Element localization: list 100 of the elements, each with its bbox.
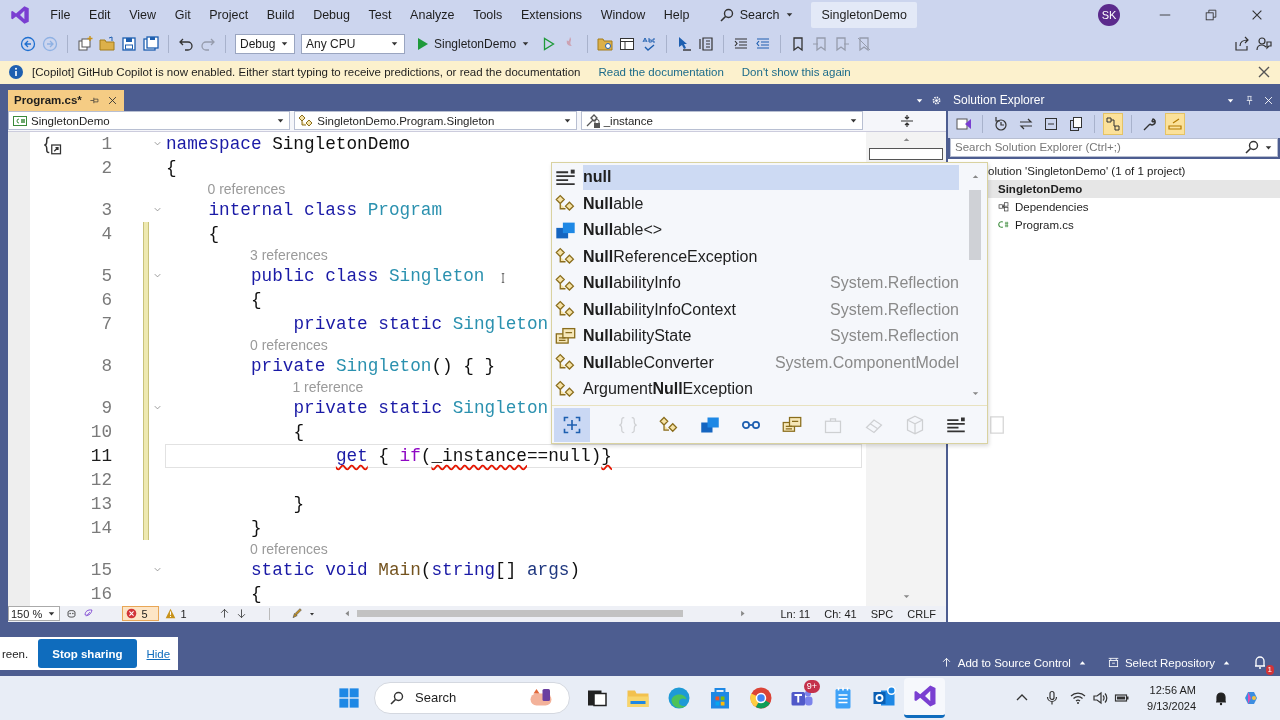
line-number: 4	[100, 223, 112, 246]
completion-item[interactable]: NullabilityInfoContext System.Reflection	[552, 296, 963, 323]
menu-item[interactable]: Debug	[303, 4, 360, 25]
next-icon[interactable]	[235, 608, 247, 620]
collapse-icon[interactable]	[1043, 116, 1059, 133]
menu-item[interactable]: Project	[199, 4, 258, 25]
cleanup-icon[interactable]	[291, 608, 303, 620]
folder-icon[interactable]	[597, 35, 614, 52]
warning-count-button[interactable]: 1	[165, 608, 187, 620]
line-number: 2	[100, 157, 112, 180]
volume-icon[interactable]	[1092, 690, 1109, 706]
menu-item[interactable]: Extensions	[511, 4, 592, 25]
wrench-icon[interactable]	[1142, 116, 1158, 133]
menu-item[interactable]: Help	[654, 4, 699, 25]
copilot-icon[interactable]	[1243, 690, 1259, 706]
window-icon[interactable]	[619, 35, 636, 52]
info-link[interactable]: Don't show this again	[741, 66, 851, 79]
completion-item[interactable]: NullReferenceException	[552, 243, 963, 270]
pointer-icon[interactable]	[676, 35, 693, 52]
status-button[interactable]: Select Repository	[1107, 657, 1232, 669]
taskbar-button[interactable]: 9+	[781, 678, 822, 718]
menu-item[interactable]: Build	[257, 4, 304, 25]
dropdown[interactable]: SingletonDemo.Program.Singleton	[294, 111, 577, 131]
app-logo-icon[interactable]	[10, 4, 30, 25]
scroll-thumb[interactable]	[969, 190, 981, 260]
menu-item[interactable]: View	[119, 4, 166, 25]
completion-item[interactable]: NullabilityInfo System.Reflection	[552, 270, 963, 297]
pin-icon[interactable]	[1244, 95, 1255, 106]
dropdown[interactable]: SingletonDemo	[8, 111, 291, 131]
field-icon	[584, 113, 601, 129]
status-text[interactable]: CRLF	[907, 608, 936, 620]
clock-date[interactable]: 9/13/2024	[1147, 698, 1196, 714]
tree-item[interactable]: olution 'SingletonDemo' (1 of 1 project)	[988, 165, 1186, 177]
search-field[interactable]: Search	[374, 682, 570, 714]
copy-icon[interactable]	[1068, 116, 1084, 133]
tree-item[interactable]: Program.cs	[1015, 219, 1074, 231]
toggle-button[interactable]	[1103, 113, 1123, 136]
quick-actions-icon[interactable]	[43, 135, 63, 155]
menu-item[interactable]: Window	[591, 4, 655, 25]
menu-item[interactable]: Analyze	[400, 4, 464, 25]
share-icon[interactable]	[1234, 35, 1250, 52]
status-button[interactable]: Add to Source Control	[940, 657, 1088, 669]
line-number: 7	[100, 313, 112, 336]
stop-sharing-button[interactable]: Stop sharing	[38, 639, 137, 668]
line-number: 3	[100, 199, 112, 222]
completion-item[interactable]: Nullable<>	[552, 217, 963, 244]
zoom-dropdown[interactable]: 150 %	[8, 606, 61, 622]
bell-icon[interactable]	[1213, 690, 1229, 706]
history-icon[interactable]	[993, 116, 1009, 133]
feedback-icon[interactable]	[1256, 35, 1272, 52]
user-avatar[interactable]: SK	[1098, 3, 1120, 26]
dropdown[interactable]: Any CPU	[301, 33, 405, 54]
search-field[interactable]: Search Solution Explorer (Ctrl+;)	[951, 139, 1241, 156]
menu-item[interactable]: File	[41, 4, 80, 25]
previous-icon[interactable]	[218, 608, 230, 620]
status-text[interactable]: Ch: 41	[824, 608, 857, 620]
completion-item[interactable]: NullabilityState System.Reflection	[552, 323, 963, 350]
new-item-icon[interactable]	[77, 35, 93, 52]
menu-item[interactable]: Git	[165, 4, 200, 25]
completion-item[interactable]: NullableConverter System.ComponentModel	[552, 349, 963, 376]
status-text[interactable]: SPC	[870, 608, 894, 620]
status-text[interactable]: Ln: 11	[780, 608, 811, 620]
tree-item[interactable]: Dependencies	[1015, 201, 1089, 213]
code-line: }	[250, 518, 262, 538]
tree-item[interactable]: SingletonDemo	[988, 180, 1280, 198]
completion-item[interactable]: ArgumentNullException	[552, 376, 963, 403]
wifi-icon[interactable]	[1070, 690, 1087, 706]
split-icon[interactable]	[898, 113, 915, 129]
code-line: {	[293, 422, 305, 442]
gear-icon[interactable]	[931, 95, 942, 106]
close-icon[interactable]	[106, 95, 118, 106]
pin-icon[interactable]	[88, 95, 100, 106]
save-icon[interactable]	[121, 35, 137, 52]
completion-item[interactable]: Nullable	[552, 190, 963, 217]
indent-icon[interactable]	[733, 35, 750, 52]
caret-icon[interactable]	[308, 610, 317, 618]
dropdown[interactable]: Debug	[235, 33, 295, 54]
toggle-button[interactable]	[1165, 113, 1185, 136]
filter-button[interactable]	[554, 407, 590, 442]
scroll-thumb[interactable]	[869, 148, 943, 160]
dropdown[interactable]: _instance	[580, 111, 864, 131]
clock-time[interactable]: 12:56 AM	[1149, 682, 1196, 698]
search-button[interactable]: Search	[712, 3, 802, 26]
menu-item[interactable]: Test	[359, 4, 401, 25]
back-icon[interactable]	[20, 35, 36, 52]
menu-item[interactable]: Tools	[463, 4, 512, 25]
close-icon[interactable]	[1263, 95, 1274, 106]
columns-icon[interactable]	[698, 35, 715, 52]
menu-item[interactable]: Edit	[79, 4, 120, 25]
spell-check-icon[interactable]	[641, 35, 658, 52]
start-button[interactable]: SingletonDemo	[411, 33, 535, 54]
code-line: private static Singleton	[293, 398, 549, 418]
hide-link[interactable]: Hide	[146, 647, 171, 660]
restore-icon[interactable]	[1204, 7, 1218, 22]
error-count-button[interactable]: 5	[122, 606, 160, 622]
info-link[interactable]: Read the documentation	[598, 66, 724, 79]
save-all-icon[interactable]	[143, 35, 159, 52]
start-icon[interactable]	[338, 687, 360, 709]
document-tab[interactable]: Program.cs*	[8, 90, 124, 111]
robot-icon[interactable]	[66, 608, 78, 620]
